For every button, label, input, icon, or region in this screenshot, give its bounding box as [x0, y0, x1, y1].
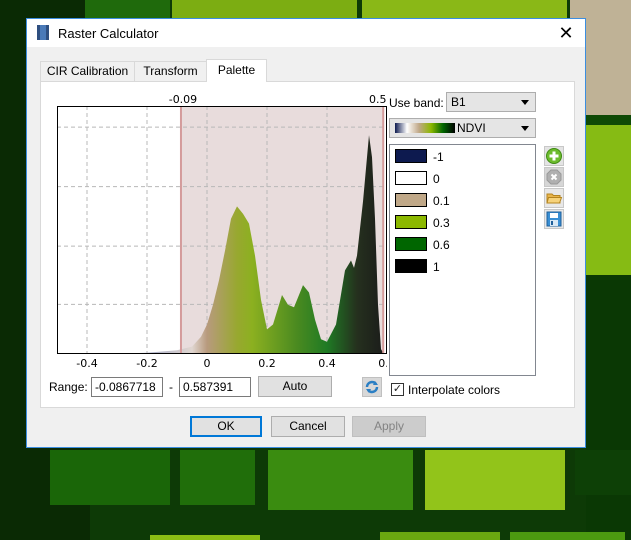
x-tick-label: -0.4 — [76, 357, 97, 370]
open-palette-button[interactable] — [544, 188, 564, 208]
tab-cir-calibration[interactable]: CIR Calibration — [40, 61, 135, 81]
color-swatch[interactable] — [395, 259, 427, 273]
use-band-label: Use band: — [389, 96, 444, 110]
range-min-input[interactable]: -0.0867718 — [91, 377, 163, 397]
cancel-button[interactable]: Cancel — [271, 416, 345, 437]
film-icon — [37, 25, 49, 40]
window-title: Raster Calculator — [58, 26, 159, 41]
palette-select[interactable]: NDVI — [389, 118, 536, 138]
color-swatch[interactable] — [395, 193, 427, 207]
ok-button[interactable]: OK — [190, 416, 262, 437]
palette-entry[interactable]: 0.3 — [390, 211, 535, 233]
color-swatch[interactable] — [395, 237, 427, 251]
color-swatch[interactable] — [395, 215, 427, 229]
close-button[interactable]: ✕ — [555, 22, 577, 44]
x-tick-label: 0.2 — [258, 357, 276, 370]
palette-entry-value: -1 — [433, 150, 444, 164]
interpolate-colors-label: Interpolate colors — [408, 383, 501, 397]
palette-entry-value: 0.1 — [433, 194, 450, 208]
save-icon — [546, 211, 562, 227]
palette-entry[interactable]: 1 — [390, 255, 535, 277]
palette-gradient-preview — [395, 123, 455, 133]
interpolate-colors-checkbox[interactable]: ✓ — [391, 383, 404, 396]
open-folder-icon — [546, 193, 563, 204]
palette-panel: -0.09 0.59 -0.4-0.200.20.40.6 Range: -0.… — [40, 81, 575, 408]
title-bar: Raster Calculator ✕ — [27, 19, 585, 47]
band-select-value: B1 — [451, 95, 466, 109]
auto-button[interactable]: Auto — [258, 376, 332, 397]
x-tick-label: 0 — [204, 357, 211, 370]
range-max-label: 0.59 — [369, 93, 387, 106]
range-max-input[interactable]: 0.587391 — [179, 377, 251, 397]
palette-entry-value: 1 — [433, 260, 440, 274]
x-axis-ticks: -0.4 -0.2 0 0.2 0.4 0.6 — [76, 357, 387, 370]
range-separator: - — [169, 380, 173, 394]
add-icon — [546, 148, 562, 164]
range-min-label: -0.09 — [169, 93, 197, 106]
palette-entry[interactable]: 0.6 — [390, 233, 535, 255]
chevron-down-icon — [521, 100, 529, 105]
x-tick-label: 0.4 — [318, 357, 336, 370]
raster-calculator-dialog: Raster Calculator ✕ CIR Calibration Tran… — [26, 18, 586, 448]
save-palette-button[interactable] — [544, 209, 564, 229]
palette-entry[interactable]: 0.1 — [390, 189, 535, 211]
x-tick-label: -0.2 — [136, 357, 157, 370]
tab-transform[interactable]: Transform — [134, 61, 207, 81]
refresh-button[interactable] — [362, 377, 382, 397]
remove-icon — [546, 169, 562, 185]
band-select[interactable]: B1 — [446, 92, 536, 112]
color-swatch[interactable] — [395, 171, 427, 185]
tab-palette[interactable]: Palette — [206, 59, 267, 82]
apply-button[interactable]: Apply — [352, 416, 426, 437]
remove-entry-button[interactable] — [544, 167, 564, 187]
palette-entry[interactable]: -1 — [390, 145, 535, 167]
palette-entry-value: 0.3 — [433, 216, 450, 230]
palette-entry-value: 0.6 — [433, 238, 450, 252]
refresh-icon — [365, 380, 379, 394]
histogram-chart[interactable]: -0.09 0.59 -0.4 -0.2 0 0.2 0.4 0.6 — [57, 92, 387, 370]
palette-entry-list[interactable]: -1 0 0.1 0.3 0.6 1 — [389, 144, 536, 376]
add-entry-button[interactable] — [544, 146, 564, 166]
x-tick-label: 0.6 — [378, 357, 387, 370]
range-label: Range: — [49, 380, 88, 394]
chevron-down-icon — [521, 126, 529, 131]
palette-select-value: NDVI — [457, 121, 486, 135]
palette-entry[interactable]: 0 — [390, 167, 535, 189]
color-swatch[interactable] — [395, 149, 427, 163]
palette-entry-value: 0 — [433, 172, 440, 186]
